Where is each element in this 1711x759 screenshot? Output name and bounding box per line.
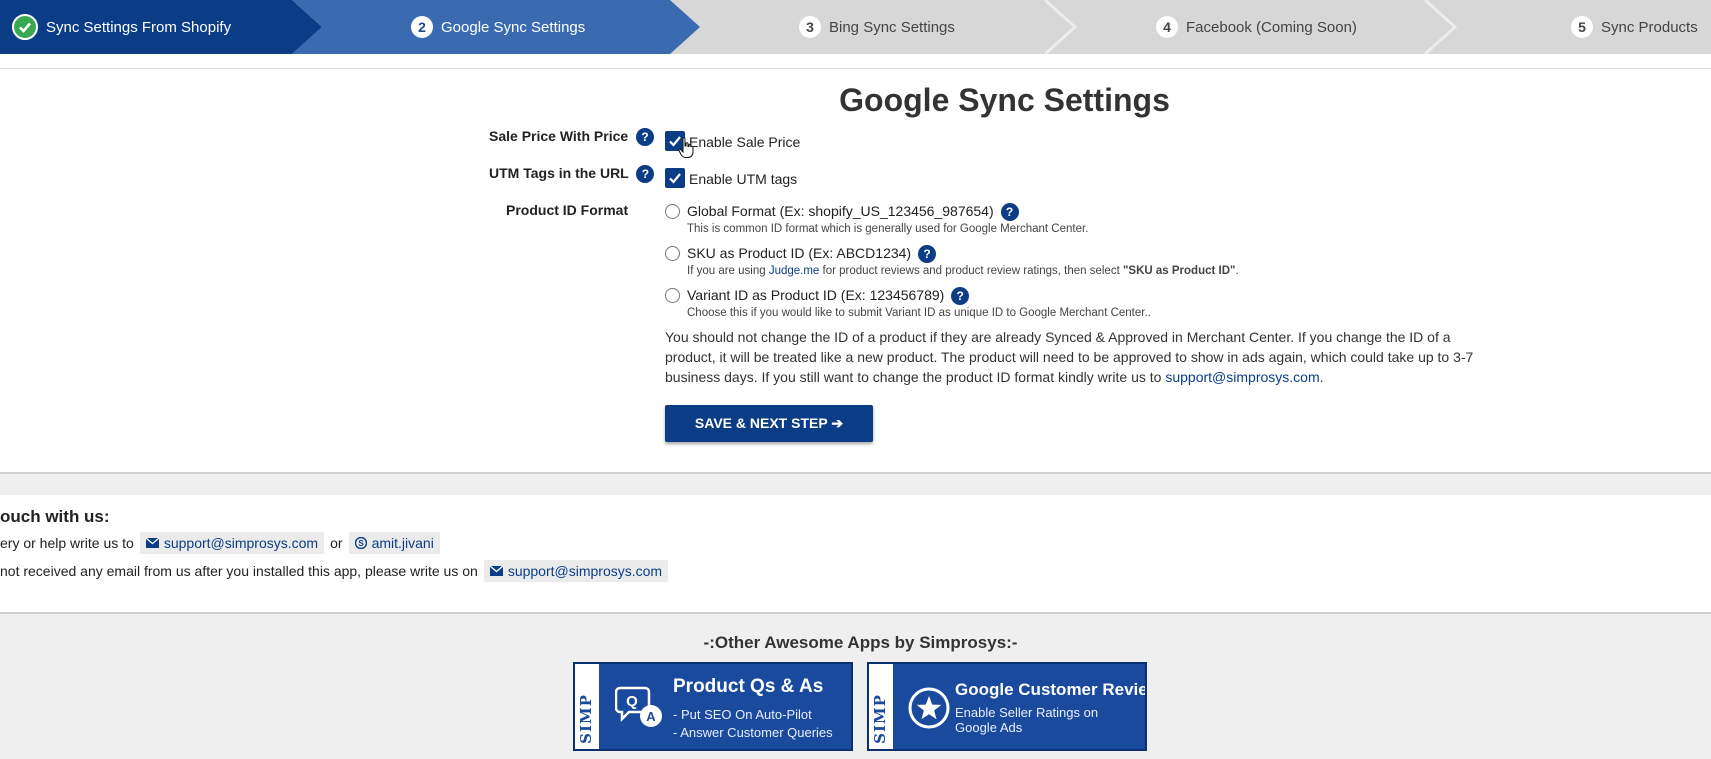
app-name: Google Customer Reviews — [955, 680, 1147, 699]
sale-price-label: Sale Price With Price ? — [489, 128, 655, 147]
enable-sale-price-label[interactable]: Enable Sale Price — [689, 134, 800, 150]
step-number: 4 — [1156, 16, 1178, 38]
global-format-radio[interactable] — [665, 204, 680, 219]
divider — [0, 68, 1711, 69]
help-icon[interactable]: ? — [636, 128, 655, 147]
sku-format-hint: If you are using Judge.me for product re… — [687, 265, 1239, 277]
contact-title: ouch with us: — [0, 507, 110, 526]
step-number: 2 — [411, 16, 433, 38]
support-email-link[interactable]: support@simprosys.com — [1165, 369, 1319, 385]
app-card-product-qas[interactable]: SIMP Q A Product Qs & As - Put SEO On Au… — [573, 662, 853, 751]
skype-contact-chip[interactable]: S amit.jivani — [348, 532, 440, 554]
envelope-icon — [489, 566, 503, 576]
skype-icon: S — [354, 537, 367, 549]
star-badge-icon — [908, 687, 950, 729]
step-facebook[interactable]: 4 Facebook (Coming Soon) — [1156, 0, 1357, 54]
help-icon[interactable]: ? — [917, 245, 936, 264]
save-next-step-button[interactable]: SAVE & NEXT STEP ➔ — [665, 405, 873, 442]
step-label: Google Sync Settings — [441, 18, 586, 36]
help-icon[interactable]: ? — [1000, 203, 1019, 222]
app-tagline: - Answer Customer Queries — [673, 725, 833, 740]
simp-brand-strip: SIMP — [575, 664, 599, 749]
svg-text:Q: Q — [626, 693, 638, 710]
step-bing-sync-settings[interactable]: 3 Bing Sync Settings — [799, 0, 955, 54]
contact-line-help: ery or help write us to support@simprosy… — [0, 532, 446, 554]
step-number: 3 — [799, 16, 821, 38]
contact-line-email: not received any email from us after you… — [0, 560, 674, 582]
qa-chat-icon: Q A — [615, 686, 662, 727]
step-sync-products[interactable]: 5 Sync Products — [1571, 0, 1698, 54]
checkmark-icon — [12, 14, 38, 40]
step-label: Sync Settings From Shopify — [46, 18, 232, 36]
variant-format-radio[interactable] — [665, 288, 680, 303]
other-apps-title: -:Other Awesome Apps by Simprosys:- — [703, 633, 1018, 652]
app-tagline: - Put SEO On Auto-Pilot — [673, 707, 812, 722]
product-id-format-label: Product ID Format — [506, 202, 629, 218]
app-tagline: Google Ads — [955, 720, 1023, 735]
section-divider — [0, 472, 1711, 495]
step-sync-settings-shopify[interactable]: Sync Settings From Shopify — [12, 0, 231, 54]
sku-format-radio[interactable] — [665, 246, 680, 261]
variant-format-hint: Choose this if you would like to submit … — [687, 307, 1151, 319]
global-format-option[interactable]: Global Format (Ex: shopify_US_123456_987… — [687, 203, 1019, 222]
step-separator — [1043, 0, 1078, 54]
step-label: Bing Sync Settings — [829, 18, 955, 36]
help-icon[interactable]: ? — [951, 287, 970, 306]
simp-brand-strip: SIMP — [869, 664, 893, 749]
enable-utm-label[interactable]: Enable UTM tags — [689, 171, 797, 187]
global-format-hint: This is common ID format which is genera… — [687, 223, 1089, 235]
id-change-warning: You should not change the ID of a produc… — [665, 329, 1474, 385]
help-icon[interactable]: ? — [636, 165, 655, 184]
utm-tags-label: UTM Tags in the URL ? — [489, 165, 655, 184]
step-separator — [1423, 0, 1458, 54]
envelope-icon — [145, 538, 159, 548]
step-label: Facebook (Coming Soon) — [1186, 18, 1357, 36]
judgeme-link[interactable]: Judge.me — [769, 265, 820, 277]
app-card-google-customer-reviews[interactable]: SIMP Google Customer Reviews Enable Sell… — [867, 662, 1147, 751]
svg-text:A: A — [646, 709, 656, 724]
page-title: Google Sync Settings — [839, 82, 1170, 118]
sku-format-option[interactable]: SKU as Product ID (Ex: ABCD1234) ? — [687, 245, 936, 264]
step-number: 5 — [1571, 16, 1593, 38]
svg-text:S: S — [358, 539, 364, 548]
progress-stepper: Sync Settings From Shopify 2 Google Sync… — [0, 0, 1711, 54]
enable-utm-checkbox[interactable] — [665, 168, 685, 188]
support-email-chip[interactable]: support@simprosys.com — [139, 532, 325, 554]
support-email-chip[interactable]: support@simprosys.com — [483, 560, 669, 582]
step-label: Sync Products — [1601, 18, 1698, 36]
variant-format-option[interactable]: Variant ID as Product ID (Ex: 123456789)… — [687, 287, 970, 306]
app-name: Product Qs & As — [673, 676, 824, 697]
step-google-sync-settings[interactable]: 2 Google Sync Settings — [411, 0, 585, 54]
checkmark-icon — [669, 173, 681, 184]
